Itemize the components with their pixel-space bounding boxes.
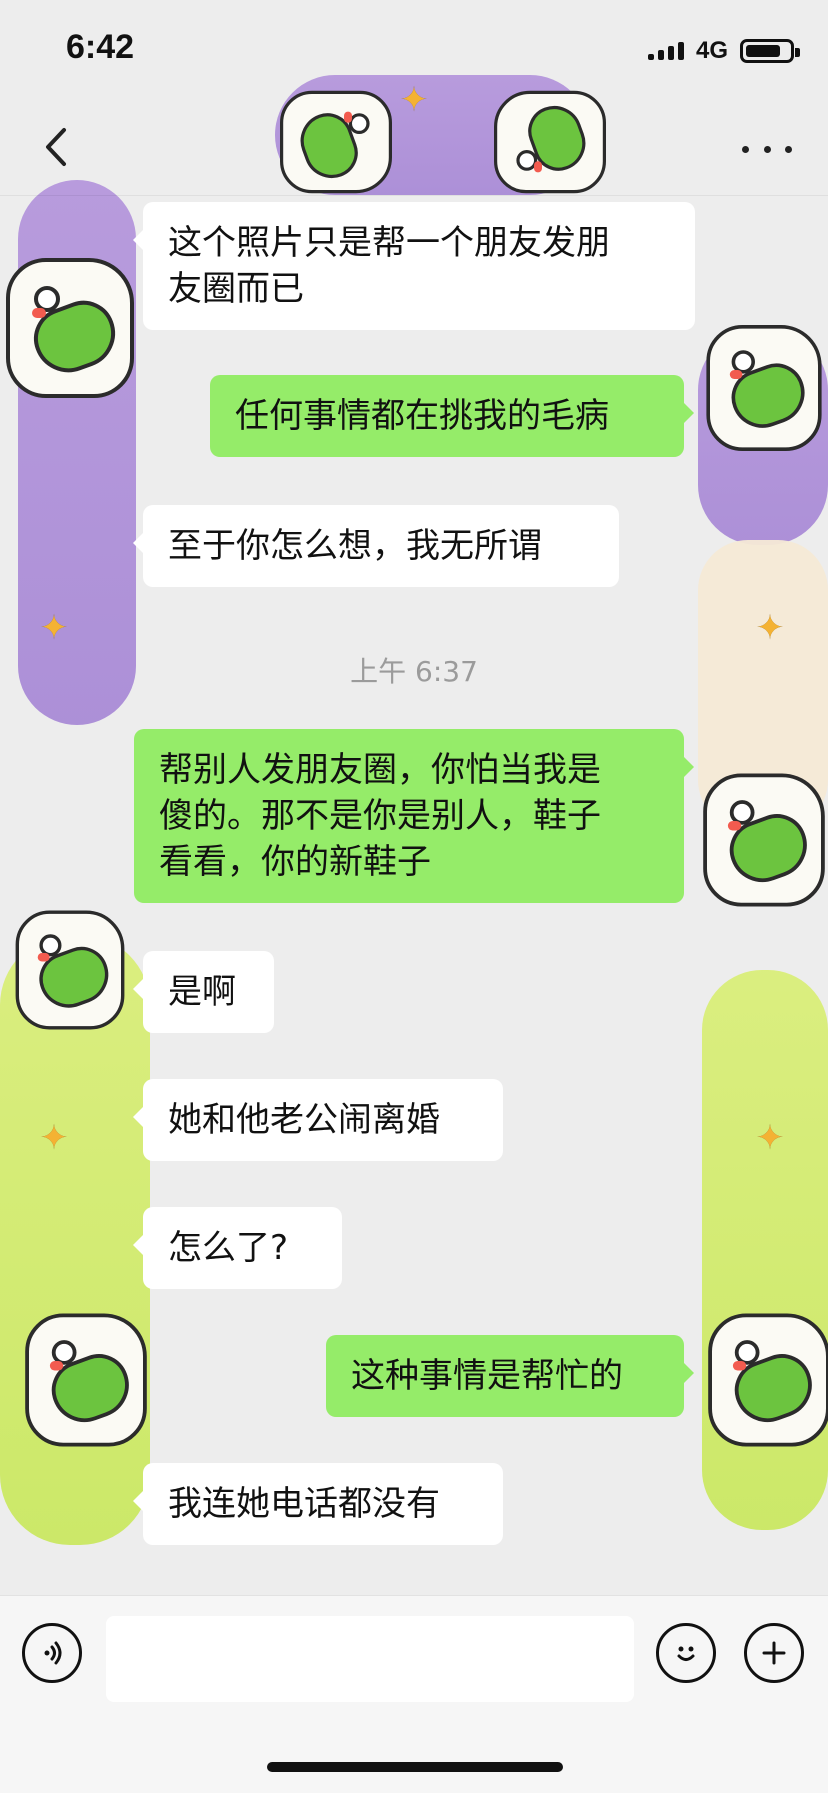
back-button[interactable] — [34, 125, 78, 169]
emoji-button[interactable] — [656, 1623, 716, 1683]
message-text: 这种事情是帮忙的 — [351, 1356, 623, 1396]
message-bubble-left[interactable]: 她和他老公闹离婚 — [133, 1079, 503, 1161]
more-dots-icon — [742, 145, 749, 153]
message-text: 怎么了? — [168, 1228, 289, 1268]
message-text: 我连她电话都没有 — [168, 1484, 440, 1524]
voice-icon — [44, 1641, 62, 1665]
plus-icon — [762, 1641, 786, 1665]
message-bubble-left[interactable]: 至于你怎么想，我无所谓 — [133, 505, 619, 587]
chevron-left-icon — [46, 128, 66, 166]
network-type: 4G — [695, 37, 728, 64]
message-bubble-right[interactable]: 任何事情都在挑我的毛病 — [210, 375, 694, 457]
message-bubble-left[interactable]: 这个照片只是帮一个朋友发朋 友圈而已 — [133, 202, 695, 330]
message-bubble-left[interactable]: 是啊 — [133, 951, 274, 1033]
message-text: 是啊 — [168, 972, 236, 1012]
message-input[interactable] — [106, 1616, 634, 1702]
emoji-icon — [677, 1646, 695, 1661]
message-text: 帮别人发朋友圈，你怕当我是 傻的。那不是你是别人，鞋子 看看，你的新鞋子 — [159, 750, 601, 882]
plus-button[interactable] — [744, 1623, 804, 1683]
message-bubble-right[interactable]: 这种事情是帮忙的 — [326, 1335, 694, 1417]
status-indicators: 4G — [647, 37, 800, 65]
signal-icon — [647, 42, 684, 60]
chat-header — [0, 100, 828, 196]
battery-icon — [740, 39, 800, 63]
more-button[interactable] — [742, 129, 792, 169]
message-bubble-left[interactable]: 我连她电话都没有 — [133, 1463, 503, 1545]
message-timestamp: 上午 6:37 — [350, 655, 478, 688]
message-text: 任何事情都在挑我的毛病 — [235, 396, 609, 436]
message-text: 这个照片只是帮一个朋友发朋 友圈而已 — [168, 223, 610, 309]
message-text: 她和他老公闹离婚 — [168, 1100, 440, 1140]
status-bar: 6:42 4G — [0, 0, 828, 100]
chat-area[interactable]: 这个照片只是帮一个朋友发朋 友圈而已 任何事情都在挑我的毛病 至于你怎么想，我无… — [0, 195, 828, 1595]
home-indicator — [267, 1762, 563, 1772]
message-bubble-left[interactable]: 怎么了? — [133, 1207, 342, 1289]
status-time: 6:42 — [66, 28, 135, 66]
message-text: 至于你怎么想，我无所谓 — [168, 526, 542, 566]
message-bubble-right[interactable]: 帮别人发朋友圈，你怕当我是 傻的。那不是你是别人，鞋子 看看，你的新鞋子 — [134, 729, 694, 903]
voice-button[interactable] — [22, 1623, 82, 1683]
